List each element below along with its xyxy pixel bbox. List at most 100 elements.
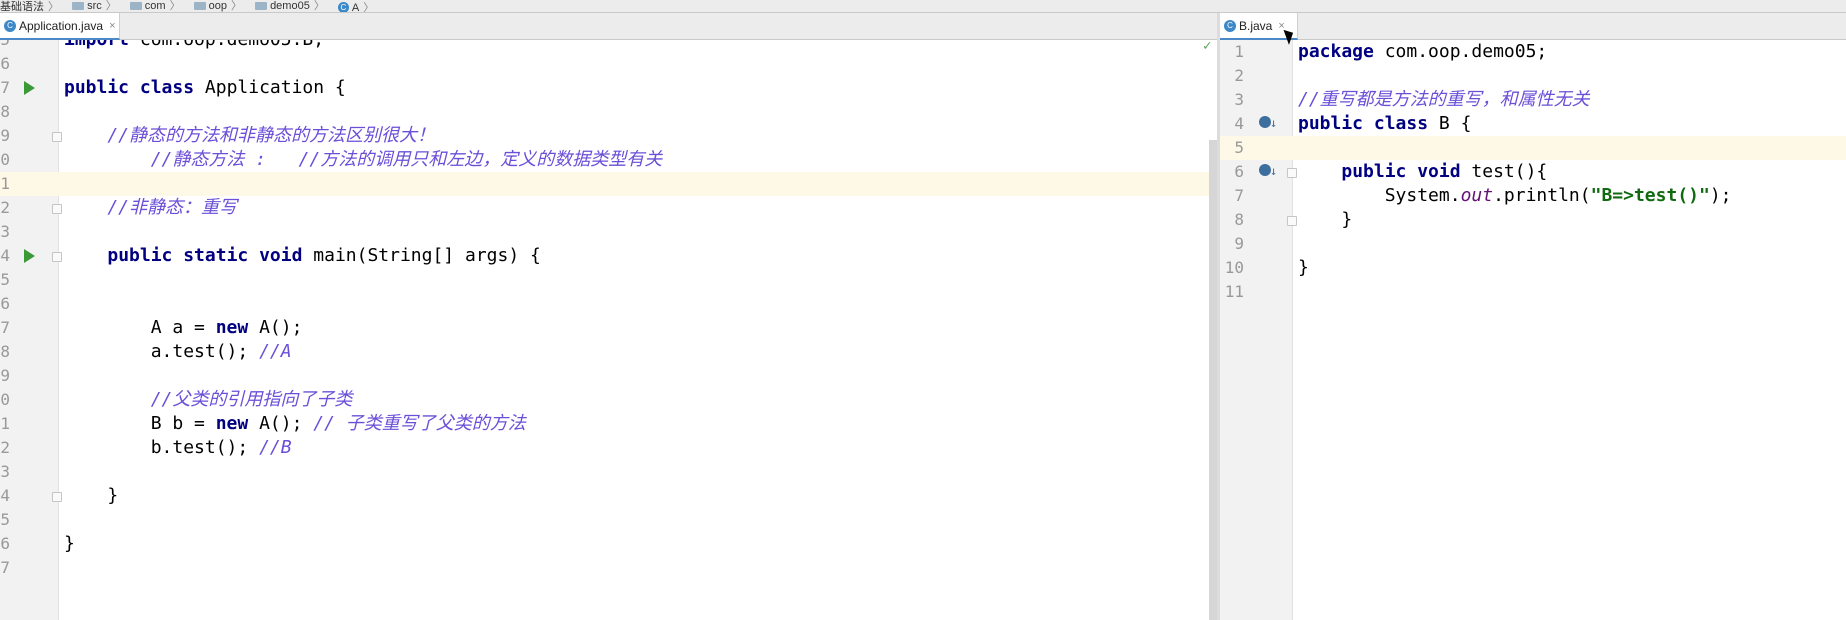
fold-icon[interactable] xyxy=(1287,216,1297,226)
code-line[interactable]: 7 A a = new A(); xyxy=(0,316,1217,340)
code-token: a.test(); xyxy=(64,341,260,362)
code-token: new xyxy=(215,317,260,338)
line-number: 4 xyxy=(1234,114,1244,133)
code-token: //静态方法 : //方法的调用只和左边，定义的数据类型有关 xyxy=(64,149,663,170)
line-number: 4 xyxy=(0,486,10,505)
code-line[interactable]: 0 //静态方法 : //方法的调用只和左边，定义的数据类型有关 xyxy=(0,148,1217,172)
code-line[interactable]: 6 public void test(){ ↓ xyxy=(1220,160,1846,184)
code-line[interactable]: 6 xyxy=(0,52,1217,76)
code-line[interactable]: 4 public static void main(String[] args)… xyxy=(0,244,1217,268)
override-icon[interactable] xyxy=(1259,164,1271,176)
line-number: 3 xyxy=(1234,90,1244,109)
class-icon: C xyxy=(4,19,16,32)
code-line[interactable]: 5 xyxy=(1220,136,1846,160)
line-number: 6 xyxy=(0,54,10,73)
code-line[interactable]: 7 public class Application { xyxy=(0,76,1217,100)
right-editor[interactable]: 1 package com.oop.demo05; 2 3 //重写都是方法的重写，和属… xyxy=(1220,40,1846,620)
code-text: public class Application { xyxy=(64,76,346,100)
code-line[interactable]: 3 xyxy=(0,220,1217,244)
code-line[interactable]: 5 import com.oop.demo05.B; xyxy=(0,40,1217,52)
code-line[interactable]: 9 xyxy=(1220,232,1846,256)
line-number: 9 xyxy=(1234,234,1244,253)
code-line[interactable]: 7 xyxy=(0,556,1217,580)
code-line[interactable]: 10} xyxy=(1220,256,1846,280)
breadcrumb-item-com[interactable]: com 〉 xyxy=(124,0,181,12)
code-token: b.test(); xyxy=(64,437,260,458)
fold-icon[interactable] xyxy=(52,204,62,214)
fold-icon[interactable] xyxy=(52,492,62,502)
code-line[interactable]: 2 xyxy=(1220,64,1846,88)
line-number: 1 xyxy=(0,174,10,193)
code-line[interactable]: 8 a.test(); //A xyxy=(0,340,1217,364)
code-token: test(){ xyxy=(1471,161,1548,182)
code-line[interactable]: 11 xyxy=(1220,280,1846,304)
code-line[interactable]: 1 package com.oop.demo05; xyxy=(1220,40,1846,64)
override-icon[interactable] xyxy=(1259,116,1271,128)
fold-icon[interactable] xyxy=(52,252,62,262)
code-line[interactable]: 5 xyxy=(0,508,1217,532)
line-number: 8 xyxy=(1234,210,1244,229)
breadcrumb-item-oop[interactable]: oop 〉 xyxy=(188,0,242,12)
code-line[interactable]: 1 B b = new A(); // 子类重写了父类的方法 xyxy=(0,412,1217,436)
breadcrumb-item-project[interactable]: 基础语法〉 xyxy=(0,1,59,12)
code-line[interactable]: 5 xyxy=(0,268,1217,292)
breadcrumb-label: src xyxy=(87,0,102,12)
code-line[interactable]: 4 public class B {↓ xyxy=(1220,112,1846,136)
arrow-down-icon: ↓ xyxy=(1270,164,1278,178)
code-line[interactable]: 1 xyxy=(0,172,1217,196)
breadcrumb-label: A xyxy=(351,1,360,13)
breadcrumb-label: oop xyxy=(208,0,227,12)
run-icon[interactable] xyxy=(24,249,35,263)
breadcrumb-item-class-a[interactable]: C A 〉 xyxy=(332,1,374,13)
code-text: //非静态：重写 xyxy=(64,196,237,220)
line-number: 6 xyxy=(1234,162,1244,181)
code-token: "B=>test()" xyxy=(1590,185,1710,206)
tab-application-java[interactable]: C Application.java × xyxy=(0,13,120,40)
fold-icon[interactable] xyxy=(52,132,62,142)
code-line[interactable]: 4 } xyxy=(0,484,1217,508)
close-icon[interactable]: × xyxy=(109,20,115,32)
line-number: 10 xyxy=(1224,258,1244,277)
fold-icon[interactable] xyxy=(1287,168,1297,178)
code-text: public void test(){ xyxy=(1298,160,1547,184)
line-number: 2 xyxy=(0,438,10,457)
line-number: 2 xyxy=(1234,66,1244,85)
code-line[interactable]: 8 xyxy=(0,100,1217,124)
code-line[interactable]: 3 //重写都是方法的重写，和属性无关 xyxy=(1220,88,1846,112)
code-token: public class xyxy=(1298,113,1439,134)
code-line[interactable]: 2 b.test(); //B xyxy=(0,436,1217,460)
code-token: //B xyxy=(259,437,292,458)
left-scrollbar[interactable] xyxy=(1209,140,1217,620)
code-line[interactable]: 3 xyxy=(0,460,1217,484)
tab-label: Application.java xyxy=(19,18,104,33)
code-token: } xyxy=(1298,257,1309,278)
code-token: out xyxy=(1460,185,1494,206)
line-number: 8 xyxy=(0,102,10,121)
code-token: Application { xyxy=(204,77,346,98)
run-icon[interactable] xyxy=(24,81,35,95)
code-token: System. xyxy=(1298,185,1461,206)
breadcrumb-item-demo05[interactable]: demo05 〉 xyxy=(249,0,325,12)
code-line[interactable]: 7 System.out.println("B=>test()"); xyxy=(1220,184,1846,208)
code-line[interactable]: 2 //非静态：重写 xyxy=(0,196,1217,220)
code-line[interactable]: 6} xyxy=(0,532,1217,556)
code-line[interactable]: 6 xyxy=(0,292,1217,316)
code-token: //非静态：重写 xyxy=(64,197,238,218)
code-text: //重写都是方法的重写，和属性无关 xyxy=(1298,88,1590,112)
left-editor[interactable]: 5 import com.oop.demo05.B; 6 7 public class … xyxy=(0,40,1217,620)
code-line[interactable]: 0 //父类的引用指向了子类 xyxy=(0,388,1217,412)
chevron-right-icon: 〉 xyxy=(169,0,181,12)
arrow-down-icon: ↓ xyxy=(1270,116,1278,130)
code-token: A(); xyxy=(259,317,303,338)
line-number: 7 xyxy=(0,78,10,97)
code-text: } xyxy=(64,484,118,508)
line-number: 7 xyxy=(0,318,10,337)
code-line[interactable]: 9 //静态的方法和非静态的方法区别很大！ xyxy=(0,124,1217,148)
line-number: 0 xyxy=(0,390,10,409)
code-line[interactable]: 8 } xyxy=(1220,208,1846,232)
code-token: } xyxy=(64,485,119,506)
line-number: 6 xyxy=(0,534,10,553)
breadcrumb-item-src[interactable]: src 〉 xyxy=(66,0,117,12)
code-line[interactable]: 9 xyxy=(0,364,1217,388)
